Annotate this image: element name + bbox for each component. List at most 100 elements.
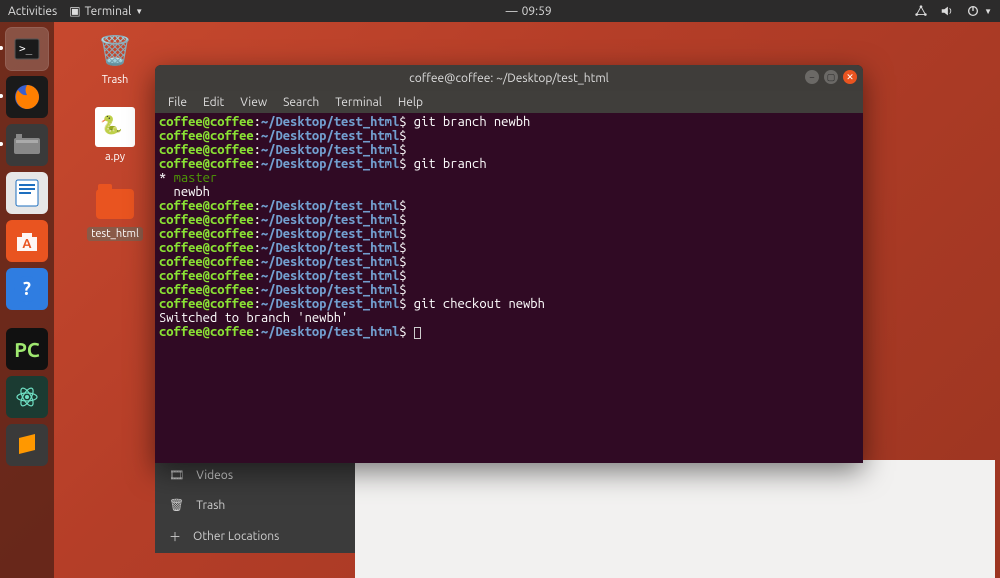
desktop-folder-label: test_html	[87, 227, 143, 241]
python-file-icon	[95, 107, 135, 147]
prompt-sigil: $	[399, 227, 406, 241]
app-menu[interactable]: ▣ Terminal ▼	[69, 4, 143, 18]
term-output: Switched to branch 'newbh'	[159, 311, 348, 325]
terminal-cursor	[414, 327, 421, 339]
files-sidebar-trash[interactable]: 🗑 Trash	[155, 490, 355, 520]
branch-current: master	[174, 171, 218, 185]
files-sidebar-label: Videos	[196, 469, 233, 482]
prompt-colon: :	[254, 255, 261, 269]
prompt-colon: :	[254, 241, 261, 255]
menu-terminal[interactable]: Terminal	[328, 94, 389, 111]
prompt-userhost: coffee@coffee	[159, 255, 254, 269]
desktop-folder-test-html[interactable]: test_html	[87, 184, 143, 241]
terminal-title: coffee@coffee: ~/Desktop/test_html	[409, 72, 609, 85]
term-cmd: git branch	[407, 157, 487, 171]
prompt-userhost: coffee@coffee	[159, 143, 254, 157]
prompt-sigil: $	[399, 199, 406, 213]
launcher-firefox[interactable]	[6, 76, 48, 118]
files-sidebar-videos[interactable]: 🎞 Videos	[155, 460, 355, 490]
desktop-file-apy[interactable]: a.py	[95, 107, 135, 164]
chevron-down-icon: ▼	[135, 7, 143, 16]
svg-text:A: A	[22, 237, 32, 251]
terminal-body[interactable]: coffee@coffee:~/Desktop/test_html$ git b…	[155, 113, 863, 463]
plus-icon: ＋	[169, 528, 181, 545]
prompt-userhost: coffee@coffee	[159, 157, 254, 171]
prompt-path: ~/Desktop/test_html	[261, 255, 399, 269]
launcher-writer[interactable]	[6, 172, 48, 214]
launcher-software[interactable]: A	[6, 220, 48, 262]
videos-icon: 🎞	[169, 468, 184, 482]
terminal-menubar: File Edit View Search Terminal Help	[155, 91, 863, 113]
launcher: >_ A ? PC	[0, 22, 54, 578]
prompt-userhost: coffee@coffee	[159, 241, 254, 255]
clock[interactable]: — 09:59	[506, 5, 552, 18]
prompt-userhost: coffee@coffee	[159, 213, 254, 227]
prompt-userhost: coffee@coffee	[159, 199, 254, 213]
network-icon[interactable]	[914, 4, 928, 18]
prompt-colon: :	[254, 325, 261, 339]
files-sidebar-label: Other Locations	[193, 530, 279, 543]
prompt-path: ~/Desktop/test_html	[261, 269, 399, 283]
prompt-path: ~/Desktop/test_html	[261, 199, 399, 213]
terminal-titlebar[interactable]: coffee@coffee: ~/Desktop/test_html – ▢ ✕	[155, 65, 863, 91]
launcher-files[interactable]	[6, 124, 48, 166]
prompt-colon: :	[254, 129, 261, 143]
files-sidebar-other-locations[interactable]: ＋ Other Locations	[155, 520, 355, 553]
desktop: 🗑️ Trash a.py test_html	[80, 30, 150, 241]
prompt-colon: :	[254, 297, 261, 311]
chevron-down-icon: ▼	[984, 7, 992, 16]
prompt-userhost: coffee@coffee	[159, 115, 254, 129]
prompt-sigil: $	[399, 157, 406, 171]
launcher-help[interactable]: ?	[6, 268, 48, 310]
menu-help[interactable]: Help	[391, 94, 430, 111]
prompt-colon: :	[254, 227, 261, 241]
terminal-icon: ▣	[69, 4, 80, 18]
prompt-sigil: $	[399, 283, 406, 297]
prompt-sigil: $	[399, 255, 406, 269]
window-close-button[interactable]: ✕	[843, 70, 857, 84]
desktop-trash[interactable]: 🗑️ Trash	[95, 30, 135, 87]
launcher-atom[interactable]	[6, 376, 48, 418]
term-cmd: git checkout newbh	[407, 297, 545, 311]
prompt-path: ~/Desktop/test_html	[261, 297, 399, 311]
files-content-pane[interactable]	[355, 460, 995, 578]
prompt-userhost: coffee@coffee	[159, 129, 254, 143]
clock-glyph: —	[506, 5, 518, 18]
launcher-terminal[interactable]: >_	[6, 28, 48, 70]
prompt-path: ~/Desktop/test_html	[261, 129, 399, 143]
menu-file[interactable]: File	[161, 94, 194, 111]
power-icon[interactable]: ▼	[966, 4, 992, 18]
prompt-colon: :	[254, 269, 261, 283]
volume-icon[interactable]	[940, 4, 954, 18]
menu-view[interactable]: View	[233, 94, 274, 111]
window-maximize-button[interactable]: ▢	[824, 70, 838, 84]
files-sidebar: 🎞 Videos 🗑 Trash ＋ Other Locations	[155, 460, 355, 553]
svg-text:>_: >_	[19, 42, 33, 55]
branch-other: newbh	[159, 185, 210, 199]
files-sidebar-label: Trash	[196, 499, 225, 512]
prompt-sigil: $	[399, 213, 406, 227]
prompt-userhost: coffee@coffee	[159, 227, 254, 241]
prompt-path: ~/Desktop/test_html	[261, 115, 399, 129]
activities-button[interactable]: Activities	[8, 5, 57, 18]
prompt-path: ~/Desktop/test_html	[261, 283, 399, 297]
prompt-userhost: coffee@coffee	[159, 283, 254, 297]
launcher-pycharm[interactable]: PC	[6, 328, 48, 370]
clock-time: 09:59	[522, 5, 552, 18]
menu-search[interactable]: Search	[276, 94, 326, 111]
prompt-userhost: coffee@coffee	[159, 297, 254, 311]
window-minimize-button[interactable]: –	[805, 70, 819, 84]
prompt-colon: :	[254, 199, 261, 213]
prompt-path: ~/Desktop/test_html	[261, 241, 399, 255]
terminal-window: coffee@coffee: ~/Desktop/test_html – ▢ ✕…	[155, 65, 863, 463]
menu-edit[interactable]: Edit	[196, 94, 231, 111]
prompt-path: ~/Desktop/test_html	[261, 325, 399, 339]
running-pip-icon	[0, 142, 3, 146]
prompt-colon: :	[254, 157, 261, 171]
prompt-userhost: coffee@coffee	[159, 269, 254, 283]
desktop-trash-label: Trash	[98, 73, 133, 87]
prompt-colon: :	[254, 213, 261, 227]
prompt-sigil: $	[399, 241, 406, 255]
prompt-sigil: $	[399, 143, 406, 157]
launcher-sublime[interactable]	[6, 424, 48, 466]
